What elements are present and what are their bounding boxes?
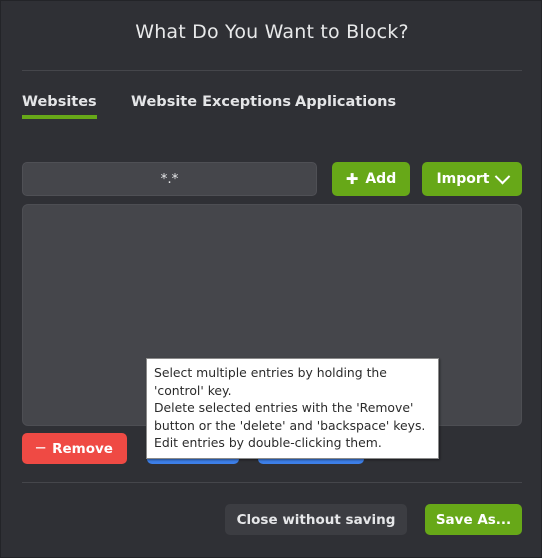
footer-divider — [22, 482, 522, 483]
minus-icon: ─ — [36, 439, 46, 457]
tab-websites-label: Websites — [22, 94, 97, 110]
tooltip-line-1: Select multiple entries by holding the '… — [154, 365, 387, 398]
close-without-saving-button[interactable]: Close without saving — [225, 504, 407, 535]
add-button[interactable]: ✚ Add — [332, 162, 410, 196]
tab-active-indicator — [22, 115, 97, 119]
entry-input-row: ✚ Add Import — [22, 162, 522, 196]
chevron-down-icon — [494, 168, 510, 184]
tab-bar: Websites Website Exceptions Applications — [22, 94, 522, 128]
pattern-input[interactable] — [22, 162, 317, 196]
page-title: What Do You Want to Block? — [135, 21, 409, 43]
import-button[interactable]: Import — [422, 162, 522, 196]
tab-websites[interactable]: Websites — [22, 94, 97, 119]
add-button-label: Add — [365, 171, 397, 187]
block-settings-dialog: What Do You Want to Block? Websites Webs… — [0, 0, 542, 558]
remove-button[interactable]: ─ Remove — [22, 433, 127, 464]
title-divider — [22, 70, 522, 71]
import-button-label: Import — [436, 171, 490, 187]
tab-website-exceptions[interactable]: Website Exceptions — [131, 94, 291, 119]
tab-applications-label: Applications — [295, 94, 397, 110]
close-button-label: Close without saving — [236, 511, 396, 528]
save-as-button[interactable]: Save As... — [425, 504, 522, 535]
plus-icon: ✚ — [345, 169, 359, 188]
tab-website-exceptions-label: Website Exceptions — [131, 94, 291, 110]
list-help-tooltip: Select multiple entries by holding the '… — [146, 358, 439, 459]
tooltip-line-2: Delete selected entries with the 'Remove… — [154, 400, 426, 451]
save-as-button-label: Save As... — [435, 511, 512, 528]
tab-applications[interactable]: Applications — [295, 94, 396, 119]
remove-button-label: Remove — [52, 440, 113, 457]
